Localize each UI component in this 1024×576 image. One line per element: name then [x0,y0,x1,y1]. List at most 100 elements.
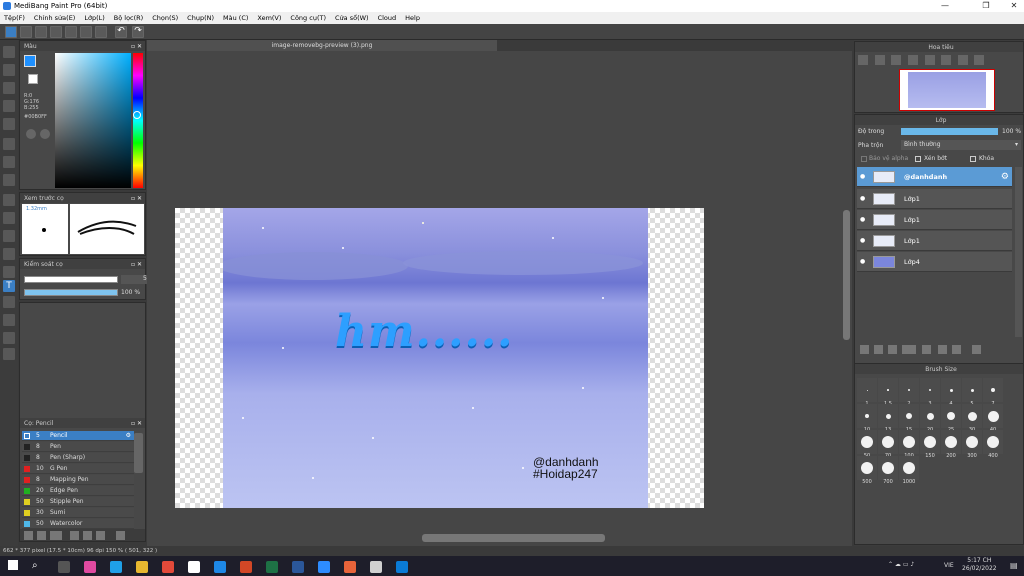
visibility-icon[interactable]: ● [860,173,868,180]
menu-filter[interactable]: Bộ lọc(R) [114,14,143,22]
eyedropper-tool-icon[interactable] [3,314,15,326]
cloud-icon[interactable] [5,26,17,38]
zoom-in-icon[interactable] [858,55,868,65]
brush-size-option[interactable]: 300 [962,430,982,459]
gear-icon[interactable]: ⚙ [126,432,131,439]
folder-icon[interactable] [922,345,931,354]
brush-size-option[interactable]: 700 [878,456,898,485]
fill-rect-tool-icon[interactable] [3,138,15,150]
brush-size-option[interactable]: 40 [983,404,1003,433]
eraser-tool-icon[interactable] [3,64,15,76]
chrome-profile-icon[interactable] [370,561,382,573]
gradient-tool-icon[interactable] [3,174,15,186]
pen-tool-icon[interactable] [3,332,15,344]
brush-item[interactable]: 20 Edge Pen [22,486,134,496]
chrome-icon[interactable] [188,561,200,573]
menu-cloud[interactable]: Cloud [378,14,397,22]
menu-color[interactable]: Màu (C) [223,14,248,22]
duplicate-layer-icon[interactable] [938,345,947,354]
select-pen-tool-icon[interactable] [3,248,15,260]
menu-window[interactable]: Cửa sổ(W) [335,14,369,22]
brush-size-option[interactable]: 400 [983,430,1003,459]
document-tab[interactable]: image-removebg-preview (3).png [147,40,497,51]
saturation-value-picker[interactable] [55,53,131,188]
new-halftone-layer-icon[interactable] [874,345,883,354]
clipping-checkbox[interactable] [915,156,921,162]
brush-size-option[interactable]: 100 [899,430,919,459]
move-tool-icon[interactable] [3,118,15,130]
lock-checkbox[interactable] [970,156,976,162]
brush-size-option[interactable]: 70 [878,430,898,459]
flip-icon[interactable] [941,55,951,65]
copy-brush-icon[interactable] [70,531,79,540]
medibang-icon[interactable] [344,561,356,573]
windows-start-icon[interactable] [8,560,18,570]
layer-scrollbar[interactable] [1015,167,1022,337]
brush-item[interactable]: 8 Pen (Sharp) [22,453,134,463]
merge-layer-icon[interactable] [952,345,961,354]
grid-icon[interactable] [50,26,62,38]
magic-wand-tool-icon[interactable] [3,230,15,242]
trash-icon[interactable] [116,531,125,540]
brush-size-option[interactable]: 50 [857,430,877,459]
brush-item[interactable]: 8 Mapping Pen [22,475,134,485]
menu-view[interactable]: Xem(V) [257,14,281,22]
layer-row[interactable]: ● Lớp4 [857,252,1012,272]
panel-close-icon[interactable]: ▫ ✕ [131,43,145,50]
brush-item[interactable]: 10 G Pen [22,464,134,474]
brush-size-option[interactable]: 25 [941,404,961,433]
panel-close-icon[interactable]: ▫ ✕ [131,261,145,268]
operation-tool-icon[interactable] [3,296,15,308]
search-icon[interactable]: ⌕ [32,560,38,571]
menu-tools[interactable]: Công cụ(T) [290,14,326,22]
menu-select[interactable]: Chọn(S) [152,14,178,22]
brush-item[interactable]: 50 Stipple Pen [22,497,134,507]
brush-size-option[interactable]: 2 [899,378,919,407]
hue-slider[interactable] [133,53,143,188]
brush-size-option[interactable]: 1.5 [878,378,898,407]
color-set-icon[interactable] [40,129,50,139]
new-brush-icon[interactable] [37,531,46,540]
redo-icon[interactable]: ↷ [132,26,144,38]
horizontal-scrollbar[interactable] [422,534,605,542]
brush-item[interactable]: 8 Pen [22,442,134,452]
chat-icon[interactable] [35,26,47,38]
brush-menu-icon[interactable] [50,531,62,540]
select-tool-icon[interactable] [3,194,15,206]
trash-icon[interactable] [972,345,981,354]
task-view-icon[interactable] [58,561,70,573]
menu-snap[interactable]: Chụp(N) [187,14,214,22]
brush-size-option[interactable]: 500 [857,456,877,485]
bucket-tool-icon[interactable] [3,156,15,168]
rotate-left-icon[interactable] [925,55,935,65]
brush-size-option[interactable]: 30 [962,404,982,433]
new-8bit-layer-icon[interactable] [888,345,897,354]
messenger-icon[interactable] [214,561,226,573]
layer-row[interactable]: ● Lớp1 [857,231,1012,251]
new-file-icon[interactable] [20,26,32,38]
menu-help[interactable]: Help [405,14,420,22]
gear-icon[interactable]: ⚙ [1001,172,1009,182]
excel-icon[interactable] [266,561,278,573]
minimize-button[interactable]: — [935,0,955,12]
foreground-color-swatch[interactable] [24,55,36,67]
layer-row[interactable]: ● @danhdanh ⚙ [857,167,1012,187]
brush-item[interactable]: 5 Pencil ⚙ [22,431,134,441]
blend-mode-select[interactable]: Bình thường ▾ [901,140,1021,150]
folder-icon[interactable] [83,531,92,540]
hand-tool-icon[interactable] [3,348,15,360]
list-icon[interactable] [80,26,92,38]
brush-opacity-slider[interactable] [24,289,118,296]
zoom-out-icon[interactable] [875,55,885,65]
brush-item[interactable]: 30 Sumi [22,508,134,518]
brush-size-slider[interactable] [24,276,118,283]
edge-browser-icon[interactable] [110,561,122,573]
panel-close-icon[interactable]: ▫ ✕ [131,195,145,202]
menu-edit[interactable]: Chỉnh sửa(E) [34,14,75,22]
select-eraser-tool-icon[interactable] [3,266,15,278]
word-icon[interactable] [292,561,304,573]
duplicate-icon[interactable] [96,531,105,540]
panel-icon[interactable] [65,26,77,38]
brush-size-option[interactable]: 7 [983,378,1003,407]
brush-size-option[interactable]: 5 [962,378,982,407]
